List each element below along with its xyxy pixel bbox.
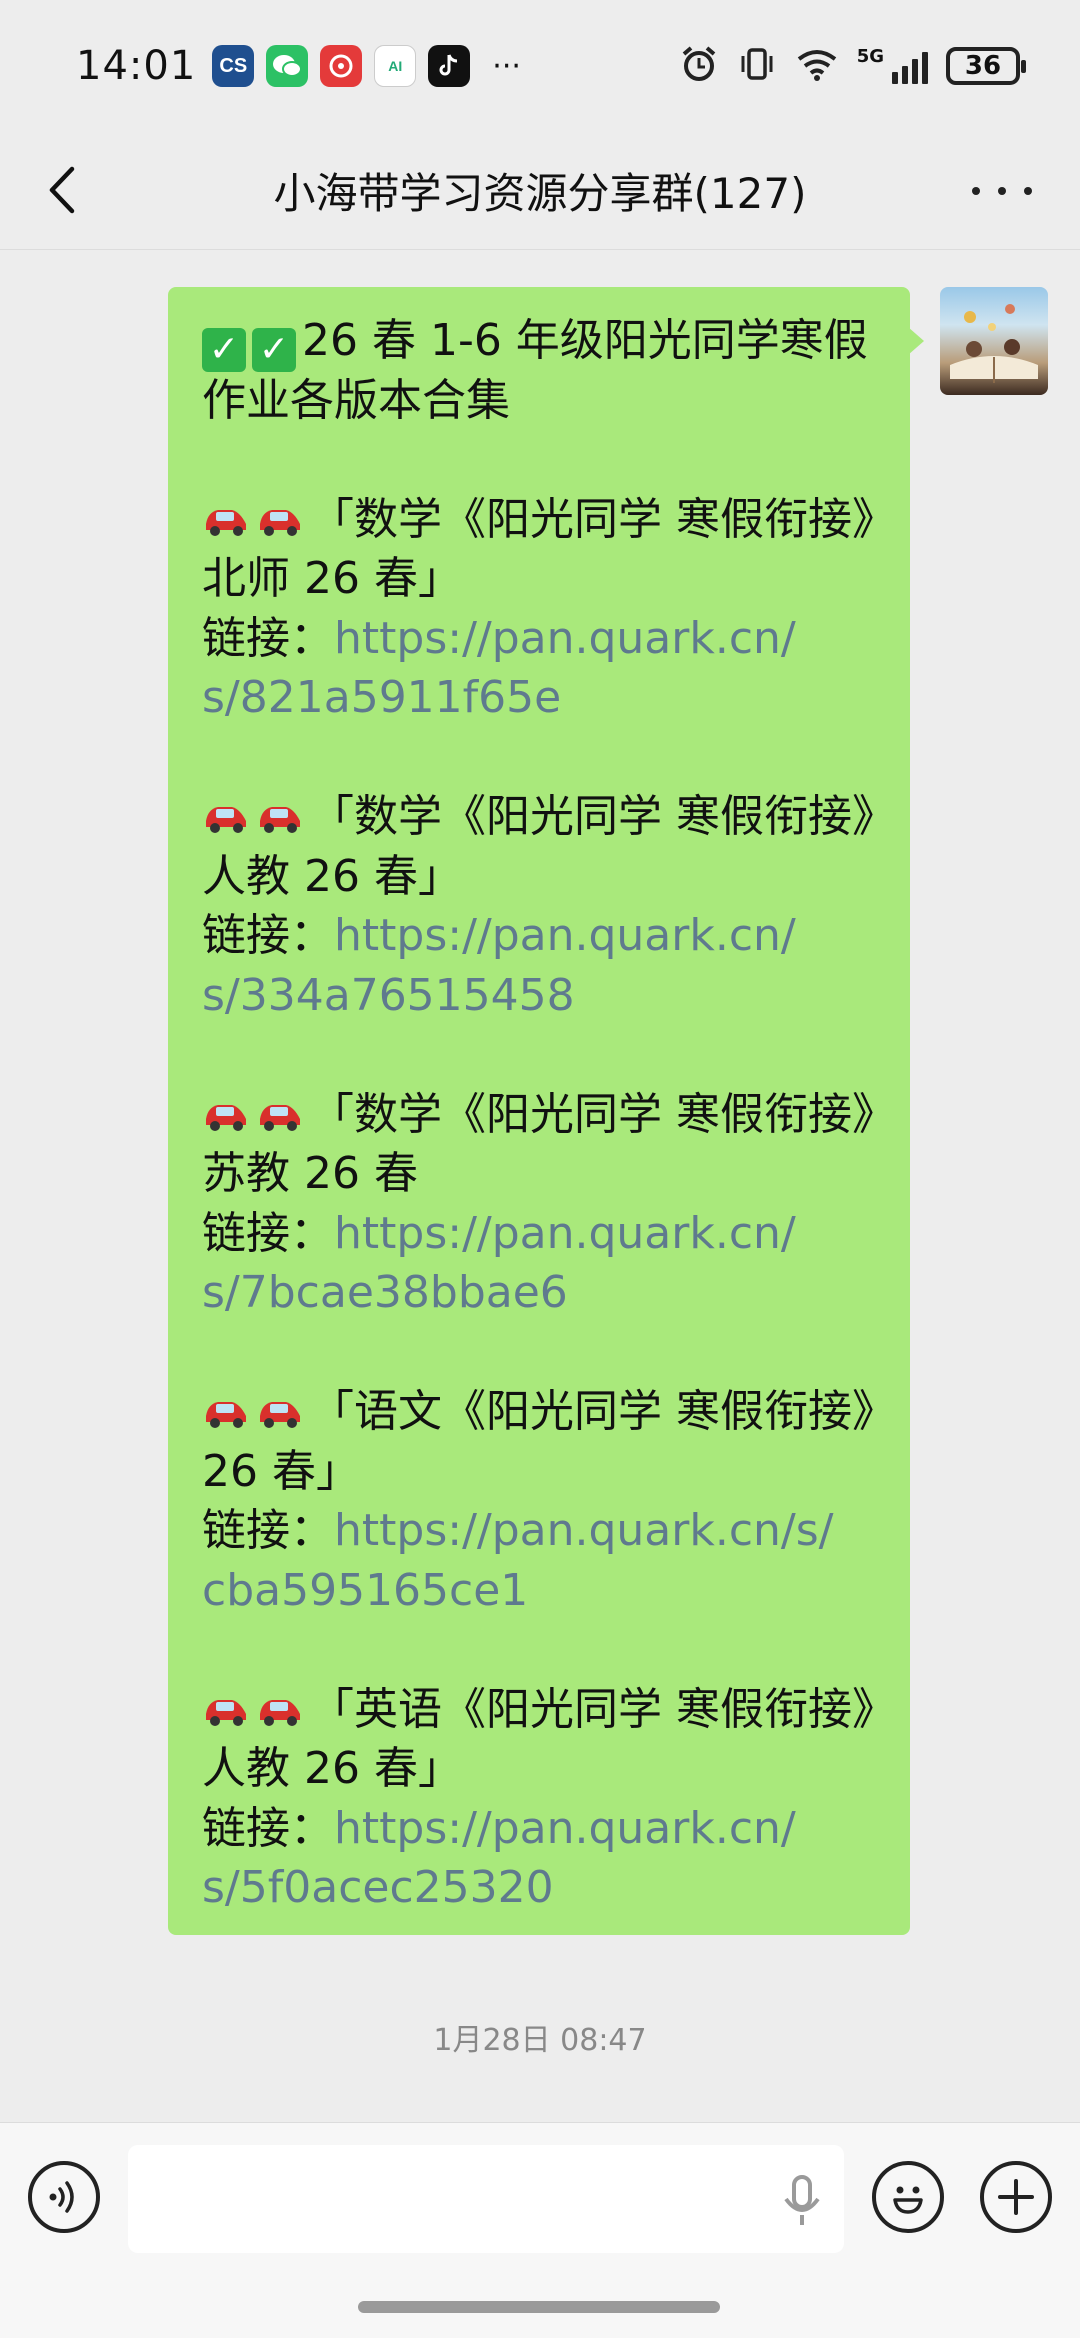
network-type: 5G	[856, 46, 884, 67]
home-indicator[interactable]	[358, 2301, 720, 2313]
check-mark-icon: ✓	[252, 328, 296, 372]
item-title-line2: 北师 26 春」	[202, 553, 462, 604]
camscanner-icon: CS	[212, 45, 255, 87]
message-heading: ✓ ✓ 26 春 1-6 年级阳光同学寒假	[202, 311, 882, 372]
vibrate-icon	[737, 44, 777, 88]
status-bar: 14:01 CS AI ··· 5G 36	[0, 0, 1080, 132]
dot	[1024, 187, 1032, 195]
car-icon	[260, 1104, 300, 1131]
wifi-icon	[795, 45, 839, 87]
item-title: 「数学《阳光同学 寒假衔接》	[202, 1085, 896, 1145]
avatar-image	[950, 304, 1038, 383]
item-title: 「数学《阳光同学 寒假衔接》	[202, 490, 896, 550]
item-title-line2: 人教 26 春」	[202, 850, 462, 902]
link-url[interactable]: https://pan.quark.cn/	[334, 613, 796, 664]
link-url[interactable]: https://pan.quark.cn/s/	[334, 1505, 833, 1556]
link-label: 链接：	[202, 910, 334, 961]
taobao-icon	[320, 45, 363, 87]
item-link[interactable]: 链接：https://pan.quark.cn/	[202, 609, 882, 669]
system-indicators: 5G 36	[679, 44, 1026, 88]
car-icon	[206, 509, 246, 536]
car-icon	[260, 1699, 300, 1726]
link-url[interactable]: https://pan.quark.cn/	[334, 910, 796, 961]
link-url-continued[interactable]: s/7bcae38bbae6	[202, 1263, 882, 1323]
link-url[interactable]: https://pan.quark.cn/	[334, 1208, 796, 1259]
car-icon	[206, 1402, 246, 1428]
item-title: 「语文《阳光同学 寒假衔接》	[202, 1382, 896, 1442]
link-url-continued[interactable]: s/5f0acec25320	[202, 1858, 882, 1918]
more-functions-button[interactable]	[980, 2161, 1052, 2233]
notification-app-icons: CS AI ···	[212, 45, 521, 87]
link-label: 链接：	[202, 612, 334, 664]
item-link[interactable]: 链接：https://pan.quark.cn/s/	[202, 1501, 882, 1561]
voice-mode-button[interactable]	[28, 2161, 100, 2233]
item-link[interactable]: 链接：https://pan.quark.cn/	[202, 906, 882, 966]
car-icon	[206, 1104, 246, 1131]
car-icon	[260, 807, 300, 833]
message-timestamp: 1月28日 08:47	[433, 2023, 647, 2058]
item-title: 「英语《阳光同学 寒假衔接》	[202, 1680, 896, 1740]
message-bubble[interactable]: ✓ ✓ 26 春 1-6 年级阳光同学寒假 作业各版本合集 「数学《阳光同学 寒假衔…	[168, 287, 924, 1935]
status-time: 14:01	[76, 43, 197, 89]
link-label: 链接：	[202, 1207, 334, 1259]
car-icon	[206, 807, 246, 833]
link-url-continued[interactable]: s/821a5911f65e	[202, 668, 882, 728]
item-title: 「数学《阳光同学 寒假衔接》	[202, 787, 896, 847]
ai-app-icon: AI	[374, 45, 417, 87]
car-icon	[260, 1402, 300, 1428]
message-input[interactable]	[128, 2145, 844, 2253]
item-link[interactable]: 链接：https://pan.quark.cn/	[202, 1204, 882, 1264]
voice-wave-icon	[49, 2181, 74, 2213]
message-heading-line2: 作业各版本合集	[202, 374, 510, 426]
link-url-continued[interactable]: cba595165ce1	[202, 1561, 882, 1621]
dot	[998, 187, 1006, 195]
link-label: 链接：	[202, 1505, 334, 1556]
link-url[interactable]: https://pan.quark.cn/	[334, 1803, 796, 1854]
douyin-icon	[428, 45, 471, 87]
signal-strength-icon	[892, 48, 928, 84]
wechat-icon	[266, 45, 309, 87]
dot	[972, 187, 980, 195]
item-link[interactable]: 链接：https://pan.quark.cn/	[202, 1799, 882, 1859]
microphone-icon[interactable]	[782, 2175, 822, 2227]
car-icon	[206, 1699, 246, 1726]
car-icon	[260, 509, 300, 536]
emoji-button[interactable]	[872, 2161, 944, 2233]
battery-icon: 36	[946, 47, 1026, 85]
item-title-line2: 26 春」	[202, 1445, 360, 1497]
chevron-left-icon	[49, 166, 75, 214]
plus-icon	[998, 2179, 1034, 2215]
link-url-continued[interactable]: s/334a76515458	[202, 966, 882, 1026]
item-title-line2: 人教 26 春」	[202, 1743, 462, 1794]
item-title-line2: 苏教 26 春	[202, 1148, 418, 1199]
sender-avatar[interactable]	[940, 287, 1048, 395]
chat-title: 小海带学习资源分享群(127)	[273, 169, 807, 218]
back-button[interactable]	[42, 162, 82, 218]
smiley-face-icon	[893, 2186, 923, 2214]
more-notifications-icon: ···	[492, 48, 521, 84]
link-label: 链接：	[202, 1802, 334, 1854]
more-options-button[interactable]	[972, 166, 1032, 216]
alarm-icon	[679, 44, 719, 88]
chat-header: 小海带学习资源分享群(127)	[0, 132, 1080, 250]
check-mark-icon: ✓	[202, 328, 246, 372]
